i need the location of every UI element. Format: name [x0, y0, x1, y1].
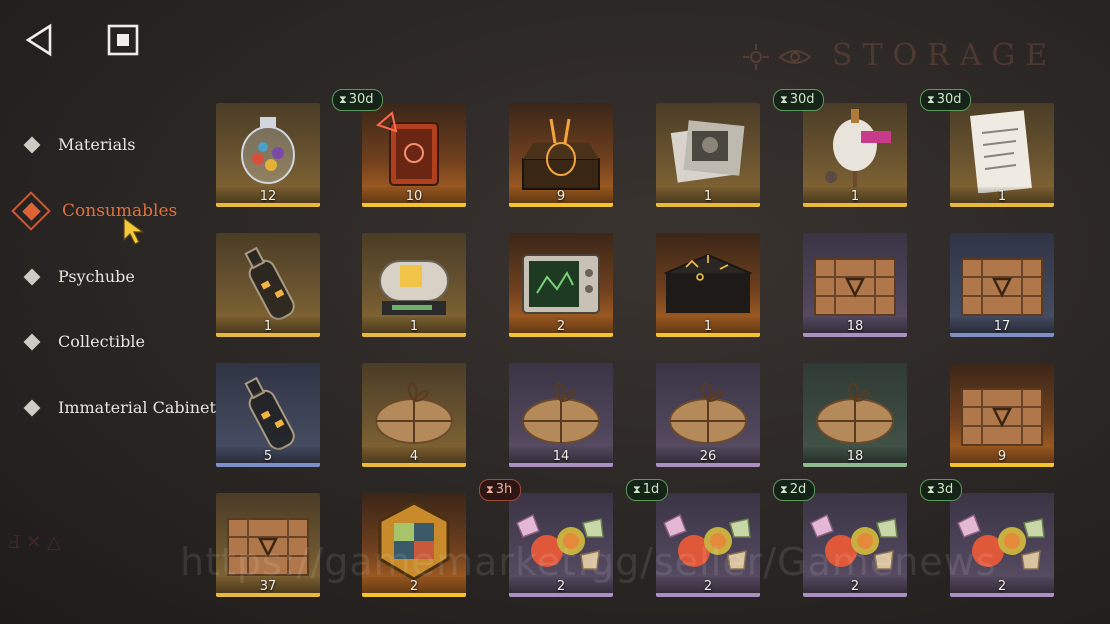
hourglass-icon: ⧗: [780, 483, 788, 496]
item-count: 17: [993, 319, 1011, 334]
expiry-timer-badge: ⧗ 30d: [920, 89, 971, 111]
paper-parcel-icon: [522, 381, 600, 444]
item-count: 5: [263, 449, 273, 464]
inventory-slot[interactable]: 9: [509, 103, 613, 207]
inventory-slot[interactable]: 1: [950, 103, 1054, 207]
expiry-timer-badge: ⧗ 2d: [773, 479, 816, 501]
timer-text: 3h: [495, 482, 513, 497]
inventory-slot[interactable]: 18: [803, 363, 907, 467]
item-count: 10: [405, 189, 423, 204]
timer-text: 30d: [936, 92, 962, 107]
page-title: STORAGE: [832, 38, 1058, 73]
wooden-crate-icon: [814, 258, 896, 316]
item-count: 1: [703, 189, 713, 204]
category-label: Consumables: [62, 201, 178, 221]
hourglass-icon: ⧗: [927, 93, 935, 106]
category-immaterial-cabinet[interactable]: Immaterial Cabinet: [0, 389, 216, 429]
expiry-timer-badge: ⧗ 30d: [332, 89, 383, 111]
inventory-slot[interactable]: 26: [656, 363, 760, 467]
diamond-icon: [23, 333, 41, 351]
item-count: 1: [703, 319, 713, 334]
hourglass-icon: ⧗: [486, 483, 494, 496]
inventory-slot[interactable]: 1: [216, 233, 320, 337]
top-bar: STORAGE: [0, 0, 1110, 80]
back-arrow-icon[interactable]: [22, 22, 58, 58]
item-count: 1: [409, 319, 419, 334]
inventory-slot[interactable]: 18: [803, 233, 907, 337]
item-count: 9: [997, 449, 1007, 464]
item-count: 12: [259, 189, 277, 204]
hourglass-icon: ⧗: [633, 483, 641, 496]
inventory-slot[interactable]: 1: [362, 233, 466, 337]
timer-text: 1d: [642, 482, 660, 497]
inventory-slot[interactable]: 1: [803, 103, 907, 207]
capsule-machine-icon: [379, 260, 449, 315]
inventory-slot[interactable]: 12: [216, 103, 320, 207]
diamond-icon: [23, 399, 41, 417]
item-count: 1: [997, 189, 1007, 204]
item-count: 18: [846, 449, 864, 464]
home-square-icon[interactable]: [106, 23, 140, 57]
hourglass-icon: ⧗: [339, 93, 347, 106]
decor-glyph-icon: Ⅎ ✕ △: [8, 532, 61, 553]
paper-parcel-icon: [816, 381, 894, 444]
watermark-text: https://gamemarket.gg/seller/Gamenews: [180, 540, 997, 584]
rune-table-icon: [663, 253, 753, 313]
expiry-timer-badge: ⧗ 1d: [626, 479, 669, 501]
hourglass-icon: ⧗: [780, 93, 788, 106]
timer-text: 30d: [348, 92, 374, 107]
photo-bundle-icon: [670, 120, 745, 183]
tailor-mannequin-icon: [825, 109, 891, 187]
inventory-slot[interactable]: 4: [362, 363, 466, 467]
expiry-timer-badge: ⧗ 3h: [479, 479, 522, 501]
inventory-slot[interactable]: 10: [362, 103, 466, 207]
inventory-slot[interactable]: 9: [950, 363, 1054, 467]
category-collectible[interactable]: Collectible: [0, 323, 215, 363]
category-psychube[interactable]: Psychube: [0, 258, 215, 298]
diamond-icon: [23, 268, 41, 286]
item-count: 1: [850, 189, 860, 204]
message-bottle-icon: [244, 376, 295, 450]
item-count: 18: [846, 319, 864, 334]
mouse-cursor-icon: [123, 216, 145, 245]
expiry-timer-badge: ⧗ 30d: [773, 89, 824, 111]
category-label: Immaterial Cabinet: [58, 398, 216, 417]
inventory-slot[interactable]: 17: [950, 233, 1054, 337]
timer-text: 3d: [936, 482, 954, 497]
timer-text: 2d: [789, 482, 807, 497]
wooden-crate-icon: [961, 388, 1043, 446]
category-label: Materials: [58, 135, 136, 154]
diamond-icon: [23, 136, 41, 154]
item-count: 26: [699, 449, 717, 464]
item-count: 2: [556, 319, 566, 334]
item-count: 1: [263, 319, 273, 334]
old-tv-icon: [522, 254, 600, 314]
category-label: Collectible: [58, 332, 145, 351]
timer-text: 30d: [789, 92, 815, 107]
inventory-slot[interactable]: 2: [509, 233, 613, 337]
item-count: 4: [409, 449, 419, 464]
category-materials[interactable]: Materials: [0, 126, 215, 166]
category-label: Psychube: [58, 267, 135, 286]
item-count: 14: [552, 449, 570, 464]
inventory-slot[interactable]: 1: [656, 103, 760, 207]
rabbit-statue-box-icon: [522, 118, 600, 190]
hourglass-icon: ⧗: [927, 483, 935, 496]
rune-book-icon: [376, 111, 439, 186]
inventory-slot[interactable]: 5: [216, 363, 320, 467]
paper-parcel-icon: [375, 381, 453, 444]
paper-parcel-icon: [669, 381, 747, 444]
category-consumables[interactable]: Consumables: [0, 191, 215, 232]
shopping-list-icon: [970, 110, 1032, 193]
inventory-slot[interactable]: 1: [656, 233, 760, 337]
inventory-slot[interactable]: 14: [509, 363, 613, 467]
eye-sun-glyph-icon: [743, 44, 812, 70]
candy-jar-icon: [241, 117, 295, 184]
wooden-crate-icon: [961, 258, 1043, 316]
expiry-timer-badge: ⧗ 3d: [920, 479, 963, 501]
item-count: 9: [556, 189, 566, 204]
message-bottle-icon: [244, 246, 295, 320]
